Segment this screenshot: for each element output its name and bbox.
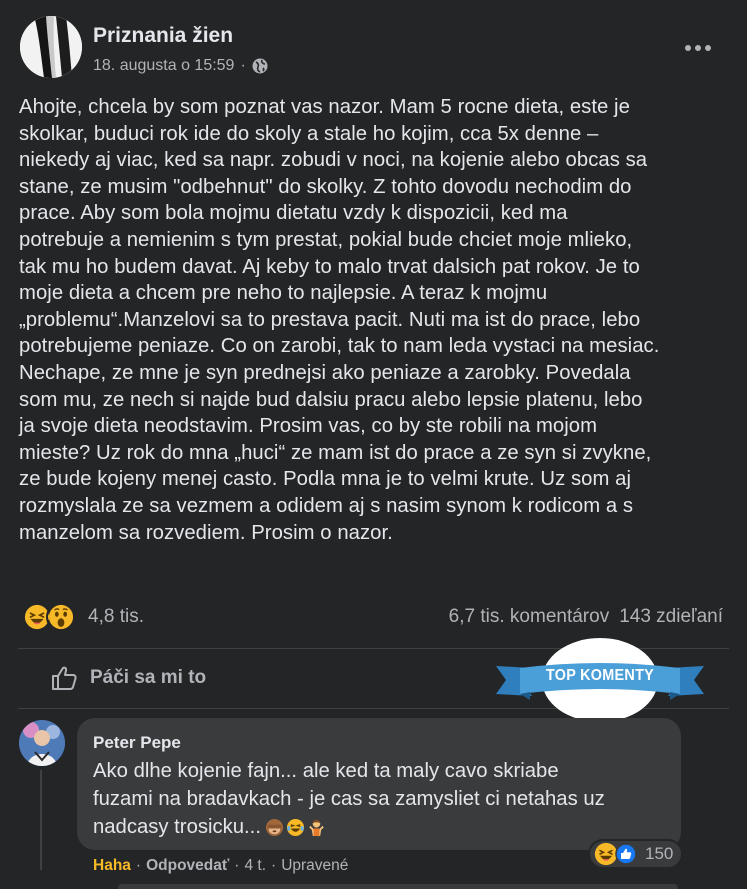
more-dot-icon [695, 45, 701, 51]
action-separator: · [234, 857, 240, 874]
page-name[interactable]: Priznania žien [93, 24, 233, 48]
action-separator: · [271, 857, 277, 874]
comment-text-block: Ako dlhe kojenie fajn... ale ked ta maly… [93, 757, 673, 841]
reactions-count[interactable]: 4,8 tis. [88, 606, 144, 628]
person-shrugging-icon [309, 820, 324, 837]
post-text: Ahojte, chcela by som poznat vas nazor. … [19, 96, 660, 544]
action-separator: · [135, 857, 142, 874]
post-stats: 6,7 tis. komentárov 143 zdieľaní [449, 606, 723, 628]
page-avatar[interactable] [20, 16, 82, 78]
comment-author[interactable]: Peter Pepe [93, 733, 181, 753]
edited-label[interactable]: Upravené [281, 857, 348, 875]
wow-icon [46, 602, 76, 632]
tears-of-joy-icon [286, 819, 305, 837]
comment-reactions[interactable]: 150 [588, 839, 684, 869]
post-meta: 18. augusta o 15:59 · [93, 57, 268, 75]
comments-count-link[interactable]: 6,7 tis. komentárov [449, 606, 610, 628]
comment-reaction-count: 150 [645, 844, 674, 863]
see-no-evil-monkey-icon [265, 819, 284, 837]
next-comment-edge [118, 884, 678, 889]
comment-text: Ako dlhe kojenie fajn... ale ked ta maly… [93, 760, 605, 838]
comment-thread-line [40, 770, 42, 870]
more-options-button[interactable] [680, 34, 716, 62]
thumbs-up-icon [52, 666, 77, 690]
top-comments-label: TOP KOMENTY [545, 667, 655, 684]
meta-separator: · [240, 57, 246, 74]
like-button[interactable]: Páči sa mi to [50, 664, 206, 692]
post-date[interactable]: 18. augusta o 15:59 [93, 57, 234, 75]
globe-icon[interactable] [252, 58, 268, 74]
comment-time[interactable]: 4 t. [244, 857, 266, 875]
more-dot-icon [685, 45, 691, 51]
post-reactions[interactable]: 4,8 tis. [22, 602, 144, 632]
more-dot-icon [705, 45, 711, 51]
haha-reaction-link[interactable]: Haha [93, 857, 131, 875]
comment-actions: Haha · Odpovedať · 4 t. · Upravené [93, 857, 348, 875]
reply-link[interactable]: Odpovedať [146, 857, 229, 875]
comment-emojis [265, 818, 326, 837]
like-icon [615, 843, 637, 865]
commenter-avatar[interactable] [19, 720, 65, 766]
shares-count-link[interactable]: 143 zdieľaní [619, 606, 723, 628]
post-card: Priznania žien 18. augusta o 15:59 · Aho… [0, 0, 747, 889]
like-label: Páči sa mi to [90, 667, 207, 688]
